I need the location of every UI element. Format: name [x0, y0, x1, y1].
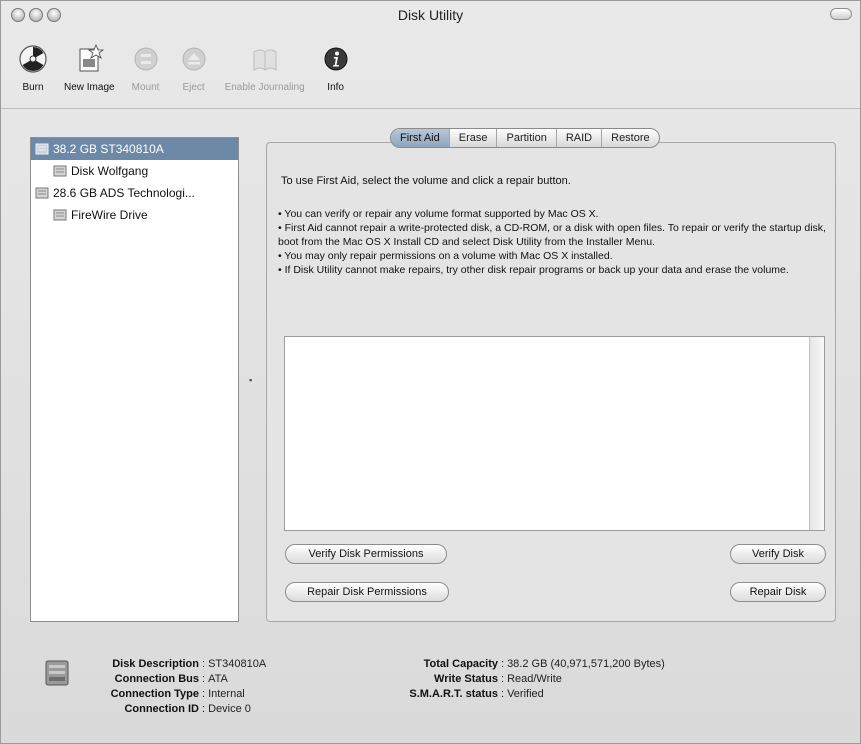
- repair-disk-permissions-button[interactable]: Repair Disk Permissions: [285, 582, 449, 602]
- repair-disk-button[interactable]: Repair Disk: [730, 582, 826, 602]
- first-aid-intro: To use First Aid, select the volume and …: [281, 175, 571, 187]
- hard-disk-icon: [35, 143, 49, 155]
- info-key: Total Capacity: [423, 658, 498, 670]
- hard-disk-icon: [35, 187, 49, 199]
- new-image-button[interactable]: New Image: [59, 29, 120, 93]
- first-aid-log[interactable]: [284, 336, 825, 531]
- disk-list-item-firewire-drive[interactable]: FireWire Drive: [31, 204, 238, 226]
- volume-icon: [53, 165, 67, 177]
- title-bar[interactable]: Disk Utility: [1, 1, 860, 29]
- info-value: 38.2 GB (40,971,571,200 Bytes): [507, 658, 665, 670]
- info-value: Device 0: [208, 703, 251, 715]
- mount-icon: [130, 43, 162, 75]
- info-button[interactable]: Info: [314, 29, 358, 93]
- eject-icon: [178, 43, 210, 75]
- instruction-item: • If Disk Utility cannot make repairs, t…: [278, 264, 789, 276]
- instruction-item: • First Aid cannot repair a write-protec…: [278, 222, 826, 248]
- info-key: Connection ID: [124, 703, 199, 715]
- disk-list-item-label: 28.6 GB ADS Technologi...: [53, 186, 195, 200]
- info-key: Connection Type: [110, 688, 199, 700]
- disk-list-item-label: FireWire Drive: [71, 208, 148, 222]
- toolbar-toggle-button[interactable]: [830, 8, 852, 20]
- enable-journaling-button[interactable]: Enable Journaling: [220, 29, 310, 93]
- disk-list-item-disk-wolfgang[interactable]: Disk Wolfgang: [31, 160, 238, 182]
- enable-journaling-label: Enable Journaling: [224, 82, 305, 93]
- info-value: ST340810A: [208, 658, 267, 670]
- disk-info-left: Disk Description: ST340810A Connection Bu…: [41, 657, 267, 717]
- info-row-total-capacity: Total Capacity:38.2 GB (40,971,571,200 B…: [371, 657, 665, 672]
- zoom-window-button[interactable]: [47, 8, 61, 22]
- tab-restore[interactable]: Restore: [601, 129, 659, 147]
- mount-label: Mount: [131, 82, 160, 93]
- disk-list-item-st340810a[interactable]: 38.2 GB ST340810A: [31, 138, 238, 160]
- info-row-connection-bus: Connection Bus: ATA: [41, 672, 266, 687]
- info-key: Write Status: [434, 673, 498, 685]
- info-key: Connection Bus: [114, 673, 199, 685]
- info-key: Disk Description: [112, 658, 199, 670]
- disk-info-right: Total Capacity:38.2 GB (40,971,571,200 B…: [371, 657, 665, 702]
- eject-label: Eject: [182, 82, 205, 93]
- disk-list-item-label: Disk Wolfgang: [71, 164, 149, 178]
- instruction-item: • You may only repair permissions on a v…: [278, 250, 613, 262]
- window-title: Disk Utility: [397, 7, 464, 23]
- tab-bar: First Aid Erase Partition RAID Restore: [390, 128, 660, 148]
- info-value: Read/Write: [507, 673, 562, 685]
- burn-button[interactable]: Burn: [11, 29, 55, 93]
- info-key: S.M.A.R.T. status: [409, 688, 498, 700]
- burn-label: Burn: [22, 82, 44, 93]
- tab-first-aid[interactable]: First Aid: [391, 129, 449, 147]
- verify-disk-button[interactable]: Verify Disk: [730, 544, 826, 564]
- eject-button[interactable]: Eject: [172, 29, 216, 93]
- disk-utility-window: Disk Utility Burn New Image Mount Eject …: [0, 0, 861, 744]
- split-view-handle-icon[interactable]: ▪: [249, 375, 255, 385]
- disk-list-item-label: 38.2 GB ST340810A: [53, 142, 164, 156]
- disk-list-item-ads-technologies[interactable]: 28.6 GB ADS Technologi...: [31, 182, 238, 204]
- window-controls: [11, 8, 61, 22]
- disk-list[interactable]: 38.2 GB ST340810A Disk Wolfgang 28.6 GB …: [30, 137, 239, 622]
- info-row-disk-description: Disk Description: ST340810A: [41, 657, 266, 672]
- log-scrollbar[interactable]: [809, 337, 824, 530]
- toolbar: Burn New Image Mount Eject Enable Journa…: [1, 29, 860, 109]
- info-value: ATA: [208, 673, 228, 685]
- journaling-icon: [249, 43, 281, 75]
- info-row-write-status: Write Status: Read/Write: [371, 672, 665, 687]
- info-row-smart-status: S.M.A.R.T. status: Verified: [371, 687, 665, 702]
- first-aid-instructions: • You can verify or repair any volume fo…: [278, 207, 826, 277]
- tab-partition[interactable]: Partition: [496, 129, 555, 147]
- info-icon: [320, 43, 352, 75]
- tab-erase[interactable]: Erase: [448, 129, 497, 147]
- new-image-icon: [73, 43, 105, 75]
- tab-raid[interactable]: RAID: [555, 129, 601, 147]
- info-label: Info: [327, 82, 344, 93]
- info-value: Verified: [507, 688, 544, 700]
- mount-button[interactable]: Mount: [124, 29, 168, 93]
- instruction-item: • You can verify or repair any volume fo…: [278, 208, 599, 220]
- info-value: Internal: [208, 688, 245, 700]
- info-row-connection-id: Connection ID: Device 0: [41, 702, 266, 717]
- burn-icon: [17, 43, 49, 75]
- new-image-label: New Image: [64, 82, 115, 93]
- verify-disk-permissions-button[interactable]: Verify Disk Permissions: [285, 544, 447, 564]
- info-row-connection-type: Connection Type: Internal: [41, 687, 266, 702]
- minimize-window-button[interactable]: [29, 8, 43, 22]
- close-window-button[interactable]: [11, 8, 25, 22]
- volume-icon: [53, 209, 67, 221]
